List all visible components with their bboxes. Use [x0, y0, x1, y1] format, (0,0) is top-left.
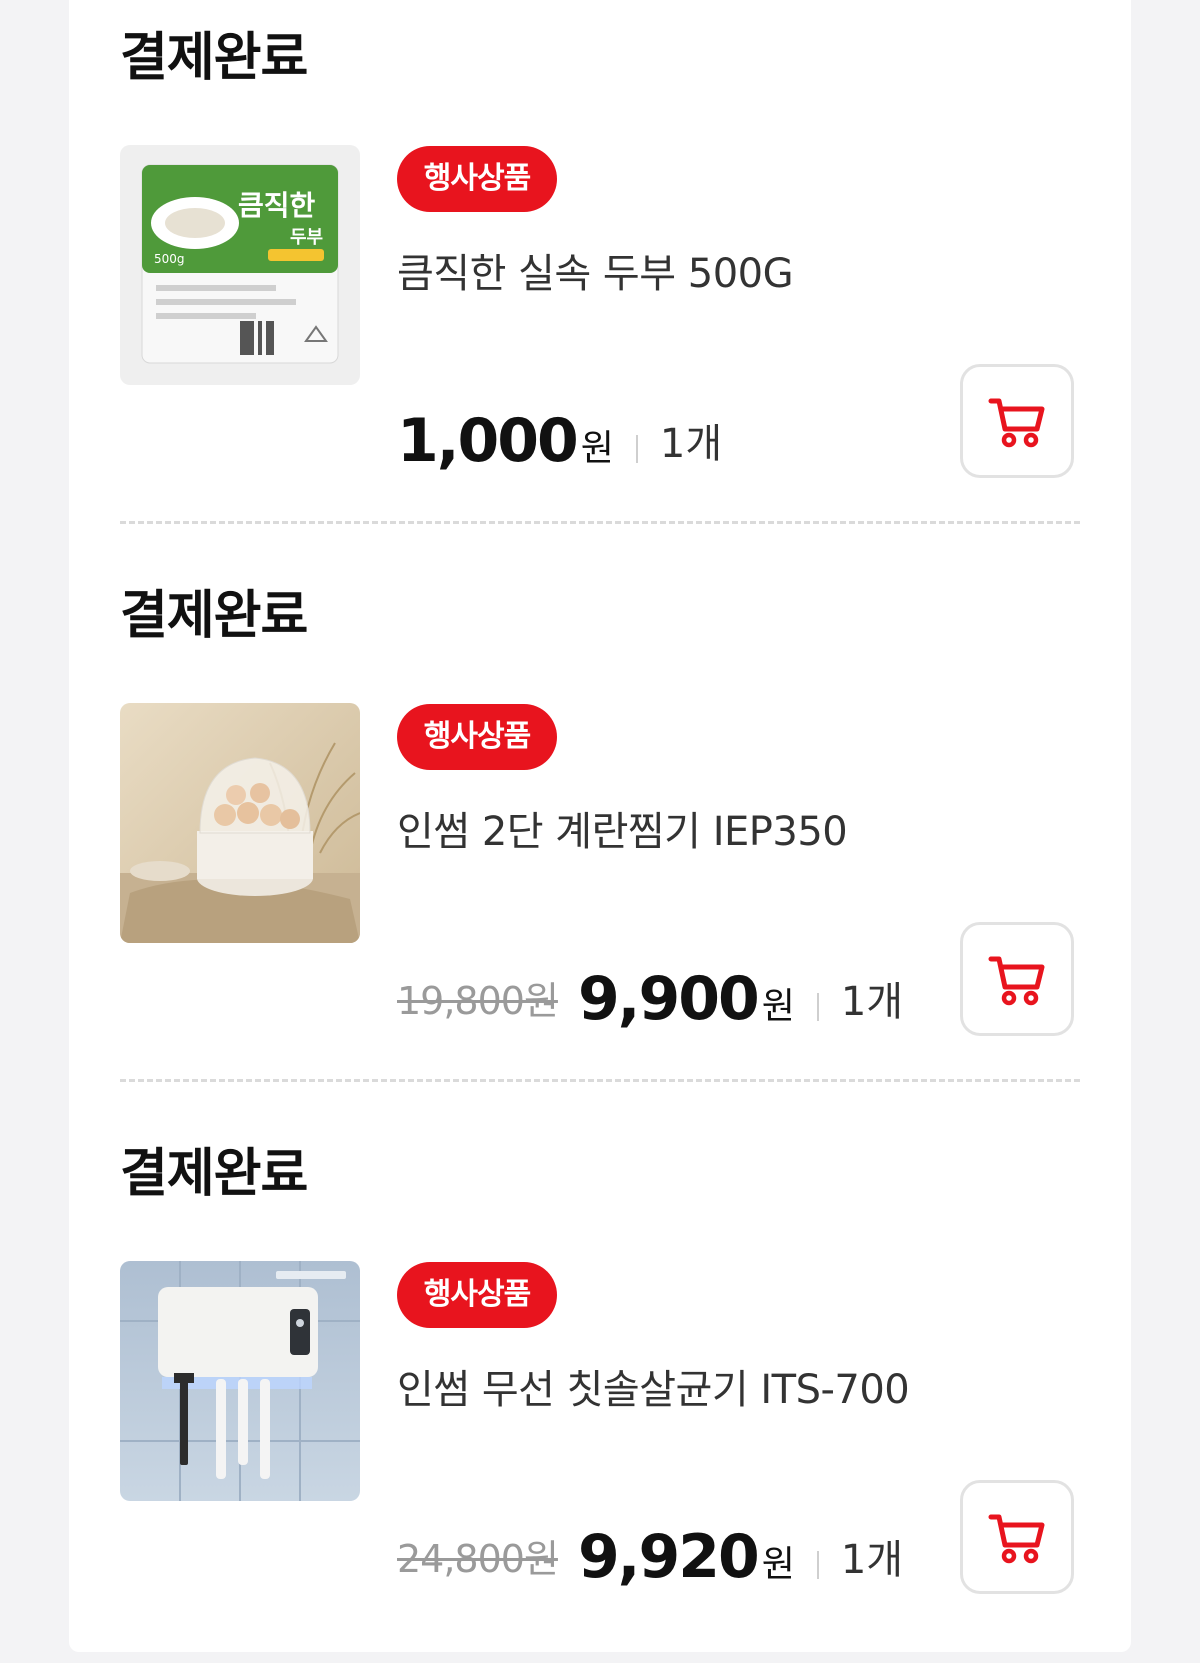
event-product-badge: 행사상품	[397, 704, 557, 770]
order-item: 결제완료	[120, 590, 1080, 1120]
quantity: 1개	[840, 979, 904, 1025]
sale-price: 1,000	[397, 406, 579, 476]
separator	[635, 435, 638, 463]
package-weight-text: 500g	[154, 252, 185, 266]
event-product-badge: 행사상품	[397, 1262, 557, 1328]
add-to-cart-button[interactable]	[960, 364, 1074, 478]
add-to-cart-button[interactable]	[960, 1480, 1074, 1594]
quantity: 1개	[840, 1537, 904, 1583]
price-row: 19,800원 9,900 원 1개	[397, 965, 903, 1035]
package-title-text: 큼직한	[238, 189, 316, 222]
cart-icon	[988, 398, 1045, 448]
separator	[816, 993, 819, 1021]
order-status-title: 결제완료	[120, 28, 308, 88]
separator	[816, 1551, 819, 1579]
package-subtitle-text: 두부	[290, 227, 323, 248]
divider	[120, 1079, 1080, 1082]
quantity: 1개	[659, 421, 723, 467]
product-name[interactable]: 인썸 무선 칫솔살균기 ITS-700	[397, 1366, 910, 1414]
event-product-badge: 행사상품	[397, 146, 557, 212]
order-list-card: 결제완료 큼직한 두부 500g 행사상품 큼직한 실속 두부 500G 1,0…	[69, 0, 1131, 1652]
currency-unit: 원	[580, 428, 614, 469]
product-name[interactable]: 큼직한 실속 두부 500G	[397, 250, 794, 298]
divider	[120, 521, 1080, 524]
product-image[interactable]	[120, 1261, 360, 1501]
product-name[interactable]: 인썸 2단 계란찜기 IEP350	[397, 808, 848, 856]
add-to-cart-button[interactable]	[960, 922, 1074, 1036]
original-price: 24,800원	[397, 1537, 559, 1581]
original-price: 19,800원	[397, 979, 559, 1023]
order-status-title: 결제완료	[120, 586, 308, 646]
order-item: 결제완료 큼직한 두부 500g 행사상품 큼직한 실속 두부 500G 1,0…	[120, 32, 1080, 562]
currency-unit: 원	[761, 986, 795, 1027]
sale-price: 9,900	[577, 964, 760, 1034]
currency-unit: 원	[761, 1544, 795, 1585]
cart-icon	[988, 956, 1045, 1006]
cart-icon	[988, 1514, 1045, 1564]
order-item: 결제완료	[120, 1148, 1080, 1648]
price-row: 24,800원 9,920 원 1개	[397, 1523, 903, 1593]
order-status-title: 결제완료	[120, 1144, 308, 1204]
price-row: 1,000 원 1개	[397, 407, 722, 477]
product-image[interactable]	[120, 703, 360, 943]
sale-price: 9,920	[577, 1522, 760, 1592]
product-image[interactable]: 큼직한 두부 500g	[120, 145, 360, 385]
